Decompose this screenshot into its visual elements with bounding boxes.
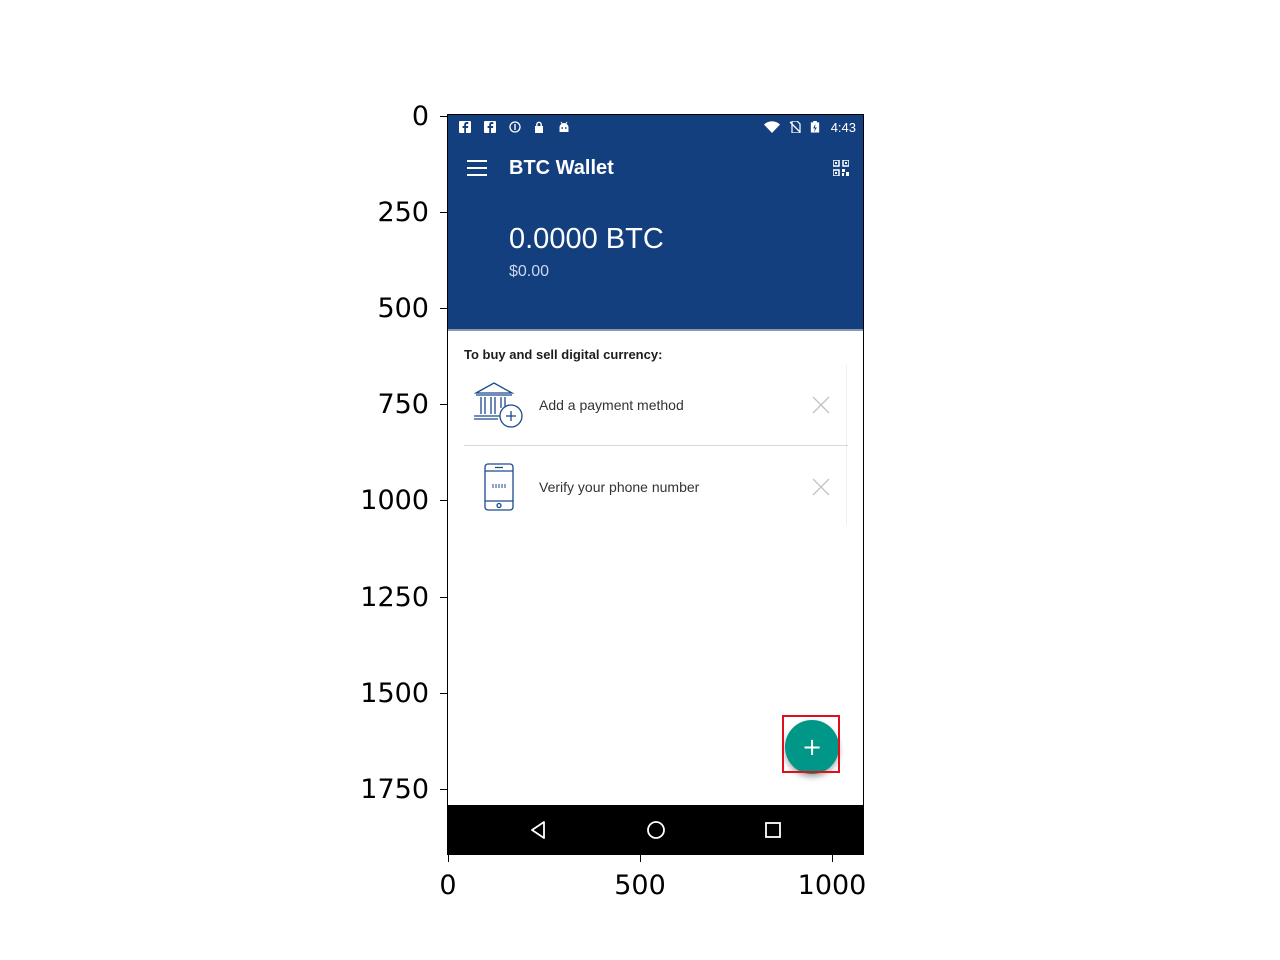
lock-icon [535,121,543,133]
status-time: 4:43 [830,120,856,135]
y-tick-label: 1750 [360,774,429,805]
info-icon [509,121,521,133]
back-icon[interactable] [527,819,549,841]
qr-code-icon[interactable] [833,160,849,176]
task-verify-phone-number[interactable]: Verify your phone number [464,447,848,527]
close-icon[interactable] [812,396,830,414]
phone-screen: 4:43 BTC Wallet 0.0000 BTC $0.00 To buy … [447,114,864,855]
y-tick-label: 250 [377,197,429,228]
crypto-balance: 0.0000 BTC [509,223,664,255]
home-icon[interactable] [645,819,667,841]
task-label: Verify your phone number [539,479,700,495]
y-tick-label: 1000 [360,485,429,516]
navigation-bar [448,805,863,854]
recents-icon[interactable] [762,819,784,841]
y-tick-mark [440,212,447,213]
row-divider [464,445,848,446]
x-tick-label: 0 [439,870,457,901]
no-sim-icon [789,121,801,133]
y-tick-mark [440,116,447,117]
x-tick-mark [448,855,449,862]
y-tick-mark [440,789,447,790]
tasks-heading: To buy and sell digital currency: [464,347,663,362]
menu-icon[interactable] [467,160,487,176]
highlight-box [782,715,840,773]
y-tick-label: 1250 [360,582,429,613]
page-title: BTC Wallet [509,157,614,179]
facebook-icon [484,121,496,133]
task-label: Add a payment method [539,397,684,413]
y-tick-mark [440,597,447,598]
y-tick-mark [440,308,447,309]
task-add-payment-method[interactable]: Add a payment method [464,365,848,445]
android-icon [559,121,569,132]
y-tick-mark [440,500,447,501]
fiat-balance: $0.00 [509,263,550,280]
y-tick-mark [440,404,447,405]
x-tick-mark [640,855,641,862]
y-tick-label: 1500 [360,678,429,709]
x-tick-mark [832,855,833,862]
app-header: 4:43 BTC Wallet 0.0000 BTC $0.00 [448,115,863,330]
y-tick-label: 500 [377,293,429,324]
x-tick-label: 1000 [797,870,867,901]
y-tick-label: 0 [411,101,429,132]
close-icon[interactable] [812,478,830,496]
x-tick-label: 500 [614,870,666,901]
y-tick-mark [440,693,447,694]
y-tick-label: 750 [377,389,429,420]
header-divider [448,329,863,331]
battery-icon [810,121,820,133]
bank-add-icon [474,382,523,428]
facebook-icon [459,121,471,133]
phone-icon [484,463,514,511]
status-bar: 4:43 [448,115,863,139]
wifi-icon [764,121,780,133]
